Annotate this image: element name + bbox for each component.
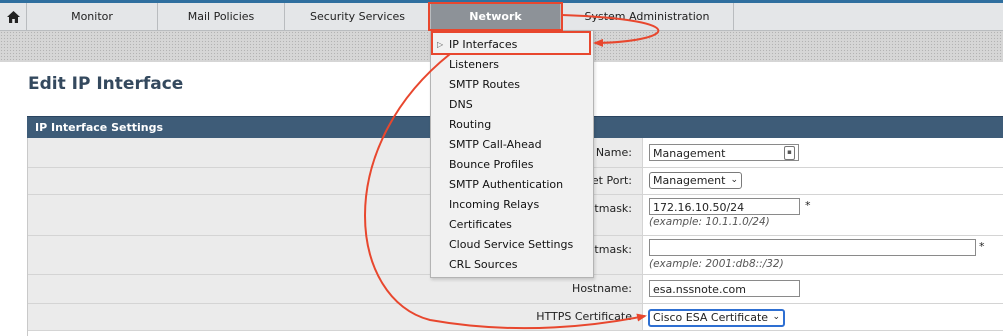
chevron-down-icon: ⌄: [730, 175, 738, 185]
tab-monitor[interactable]: Monitor: [27, 3, 158, 30]
name-value: Management: [653, 147, 726, 160]
menu-item-smtp-call-ahead[interactable]: SMTP Call-Ahead: [449, 138, 542, 151]
hostname-input[interactable]: esa.nssnote.com: [649, 280, 800, 297]
table-row: HTTPS Certificate Cisco ESA Certificate …: [28, 304, 1003, 331]
ipv6-address-input[interactable]: [649, 239, 976, 256]
port-label: et Port:: [591, 174, 632, 187]
home-button[interactable]: [0, 3, 27, 30]
menu-item-listeners[interactable]: Listeners: [449, 58, 499, 71]
ipv4-example-hint: (example: 10.1.1.0/24): [649, 216, 770, 228]
ethernet-port-select[interactable]: Management ⌄: [649, 172, 742, 189]
menu-item-dns[interactable]: DNS: [449, 98, 473, 111]
ipv6-label: etmask:: [587, 243, 632, 256]
https-certificate-label: HTTPS Certificate: [536, 310, 632, 323]
chevron-down-icon: ⌄: [772, 312, 780, 322]
home-icon: [6, 10, 20, 23]
tab-mail-policies[interactable]: Mail Policies: [158, 3, 285, 30]
name-label: Name:: [595, 146, 632, 159]
triangle-right-icon: ▷: [437, 40, 444, 49]
menu-item-ip-interfaces[interactable]: IP Interfaces: [449, 38, 517, 51]
ethernet-port-value: Management: [653, 174, 726, 187]
menu-item-bounce-profiles[interactable]: Bounce Profiles: [449, 158, 533, 171]
ipv4-address-input[interactable]: 172.16.10.50/24: [649, 198, 800, 215]
ipv4-label: etmask:: [587, 202, 632, 215]
https-certificate-select[interactable]: Cisco ESA Certificate ⌄: [648, 309, 785, 327]
top-navigation: Monitor Mail Policies Security Services …: [0, 0, 1003, 31]
menu-item-smtp-authentication[interactable]: SMTP Authentication: [449, 178, 563, 191]
keyboard-icon: ▪: [784, 146, 795, 160]
menu-item-routing[interactable]: Routing: [449, 118, 491, 131]
required-marker: *: [979, 240, 985, 253]
required-marker: *: [805, 199, 811, 212]
name-input[interactable]: Management ▪: [649, 144, 799, 161]
table-row: Hostname: esa.nssnote.com: [28, 275, 1003, 304]
menu-item-smtp-routes[interactable]: SMTP Routes: [449, 78, 520, 91]
tab-system-administration[interactable]: System Administration: [561, 3, 734, 30]
ipv6-example-hint: (example: 2001:db8::/32): [649, 258, 784, 270]
tab-security-services[interactable]: Security Services: [285, 3, 431, 30]
network-dropdown-menu: ▷ IP Interfaces Listeners SMTP Routes DN…: [430, 30, 594, 278]
hostname-label: Hostname:: [572, 282, 632, 295]
page-title: Edit IP Interface: [28, 74, 184, 94]
menu-item-crl-sources[interactable]: CRL Sources: [449, 258, 517, 271]
menu-item-incoming-relays[interactable]: Incoming Relays: [449, 198, 539, 211]
menu-item-cloud-service-settings[interactable]: Cloud Service Settings: [449, 238, 573, 251]
https-certificate-value: Cisco ESA Certificate: [653, 311, 769, 324]
tab-network[interactable]: Network: [431, 3, 561, 30]
menu-item-certificates[interactable]: Certificates: [449, 218, 512, 231]
